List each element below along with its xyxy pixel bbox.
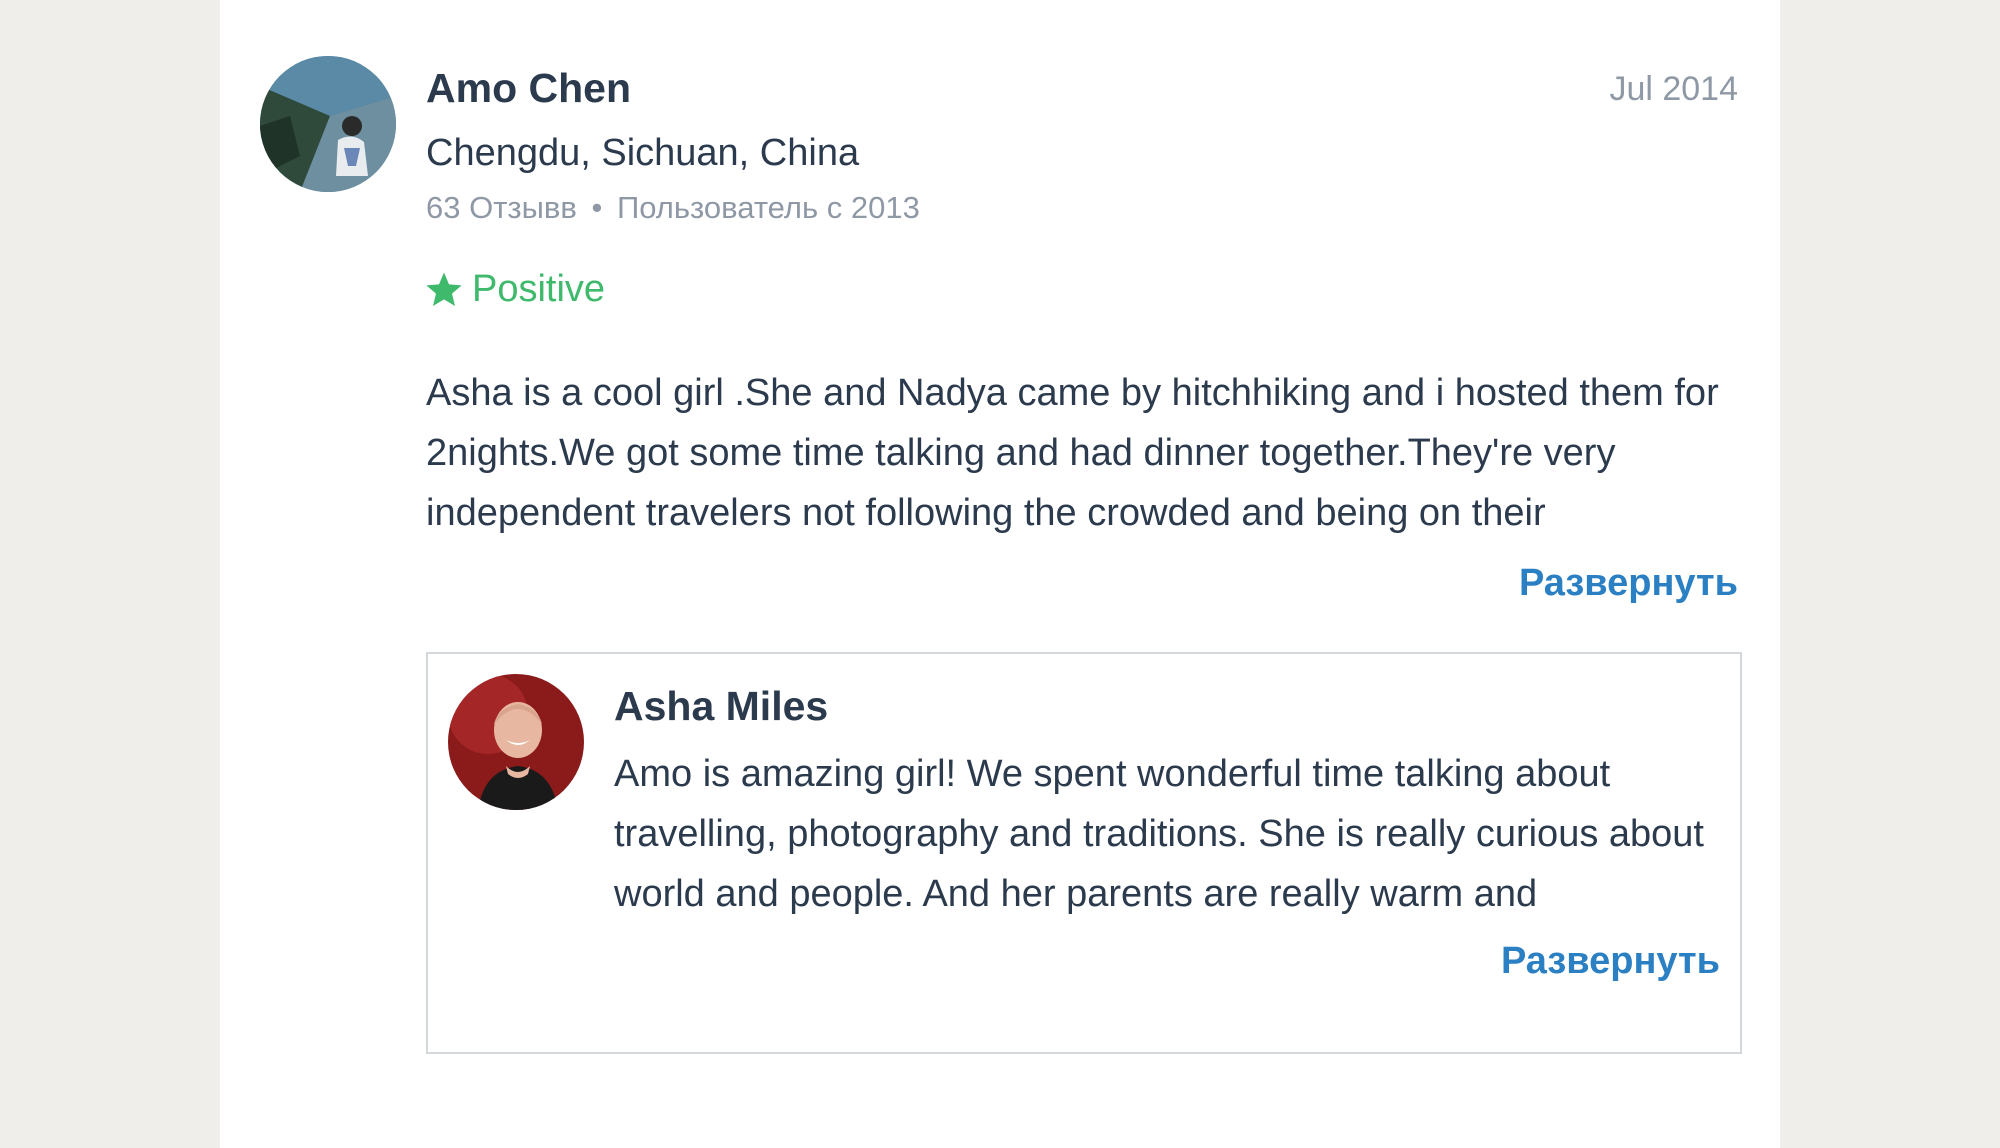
rating-label: Positive (472, 268, 606, 310)
reviewer-avatar[interactable] (260, 56, 396, 192)
reply-box: Asha Miles Amo is amazing girl! We spent… (426, 652, 1742, 1054)
reviews-count: 63 Отзывв (426, 190, 577, 225)
reply-avatar[interactable] (448, 674, 584, 810)
expand-review-link[interactable]: Развернуть (1519, 562, 1738, 605)
meta-separator: • (591, 190, 603, 225)
star-icon (426, 272, 462, 306)
reference-card: Amo Chen Jul 2014 Chengdu, Sichuan, Chin… (220, 0, 1780, 1148)
member-since: Пользователь с 2013 (616, 190, 920, 225)
review-text: Asha is a cool girl .She and Nadya came … (426, 372, 1719, 534)
reviewer-name[interactable]: Amo Chen (426, 65, 631, 111)
reviewer-location: Chengdu, Sichuan, China (426, 132, 860, 174)
reviewer-avatar-photo (260, 56, 396, 192)
review-date: Jul 2014 (1609, 70, 1738, 108)
expand-reply-link[interactable]: Развернуть (1501, 940, 1720, 983)
reply-author-name[interactable]: Asha Miles (614, 683, 828, 729)
reply-text: Amo is amazing girl! We spent wonderful … (614, 753, 1704, 915)
reply-avatar-photo (448, 674, 584, 810)
reviewer-meta: 63 Отзывв • Пользователь с 2013 (426, 190, 920, 226)
rating-badge: Positive (424, 268, 605, 311)
